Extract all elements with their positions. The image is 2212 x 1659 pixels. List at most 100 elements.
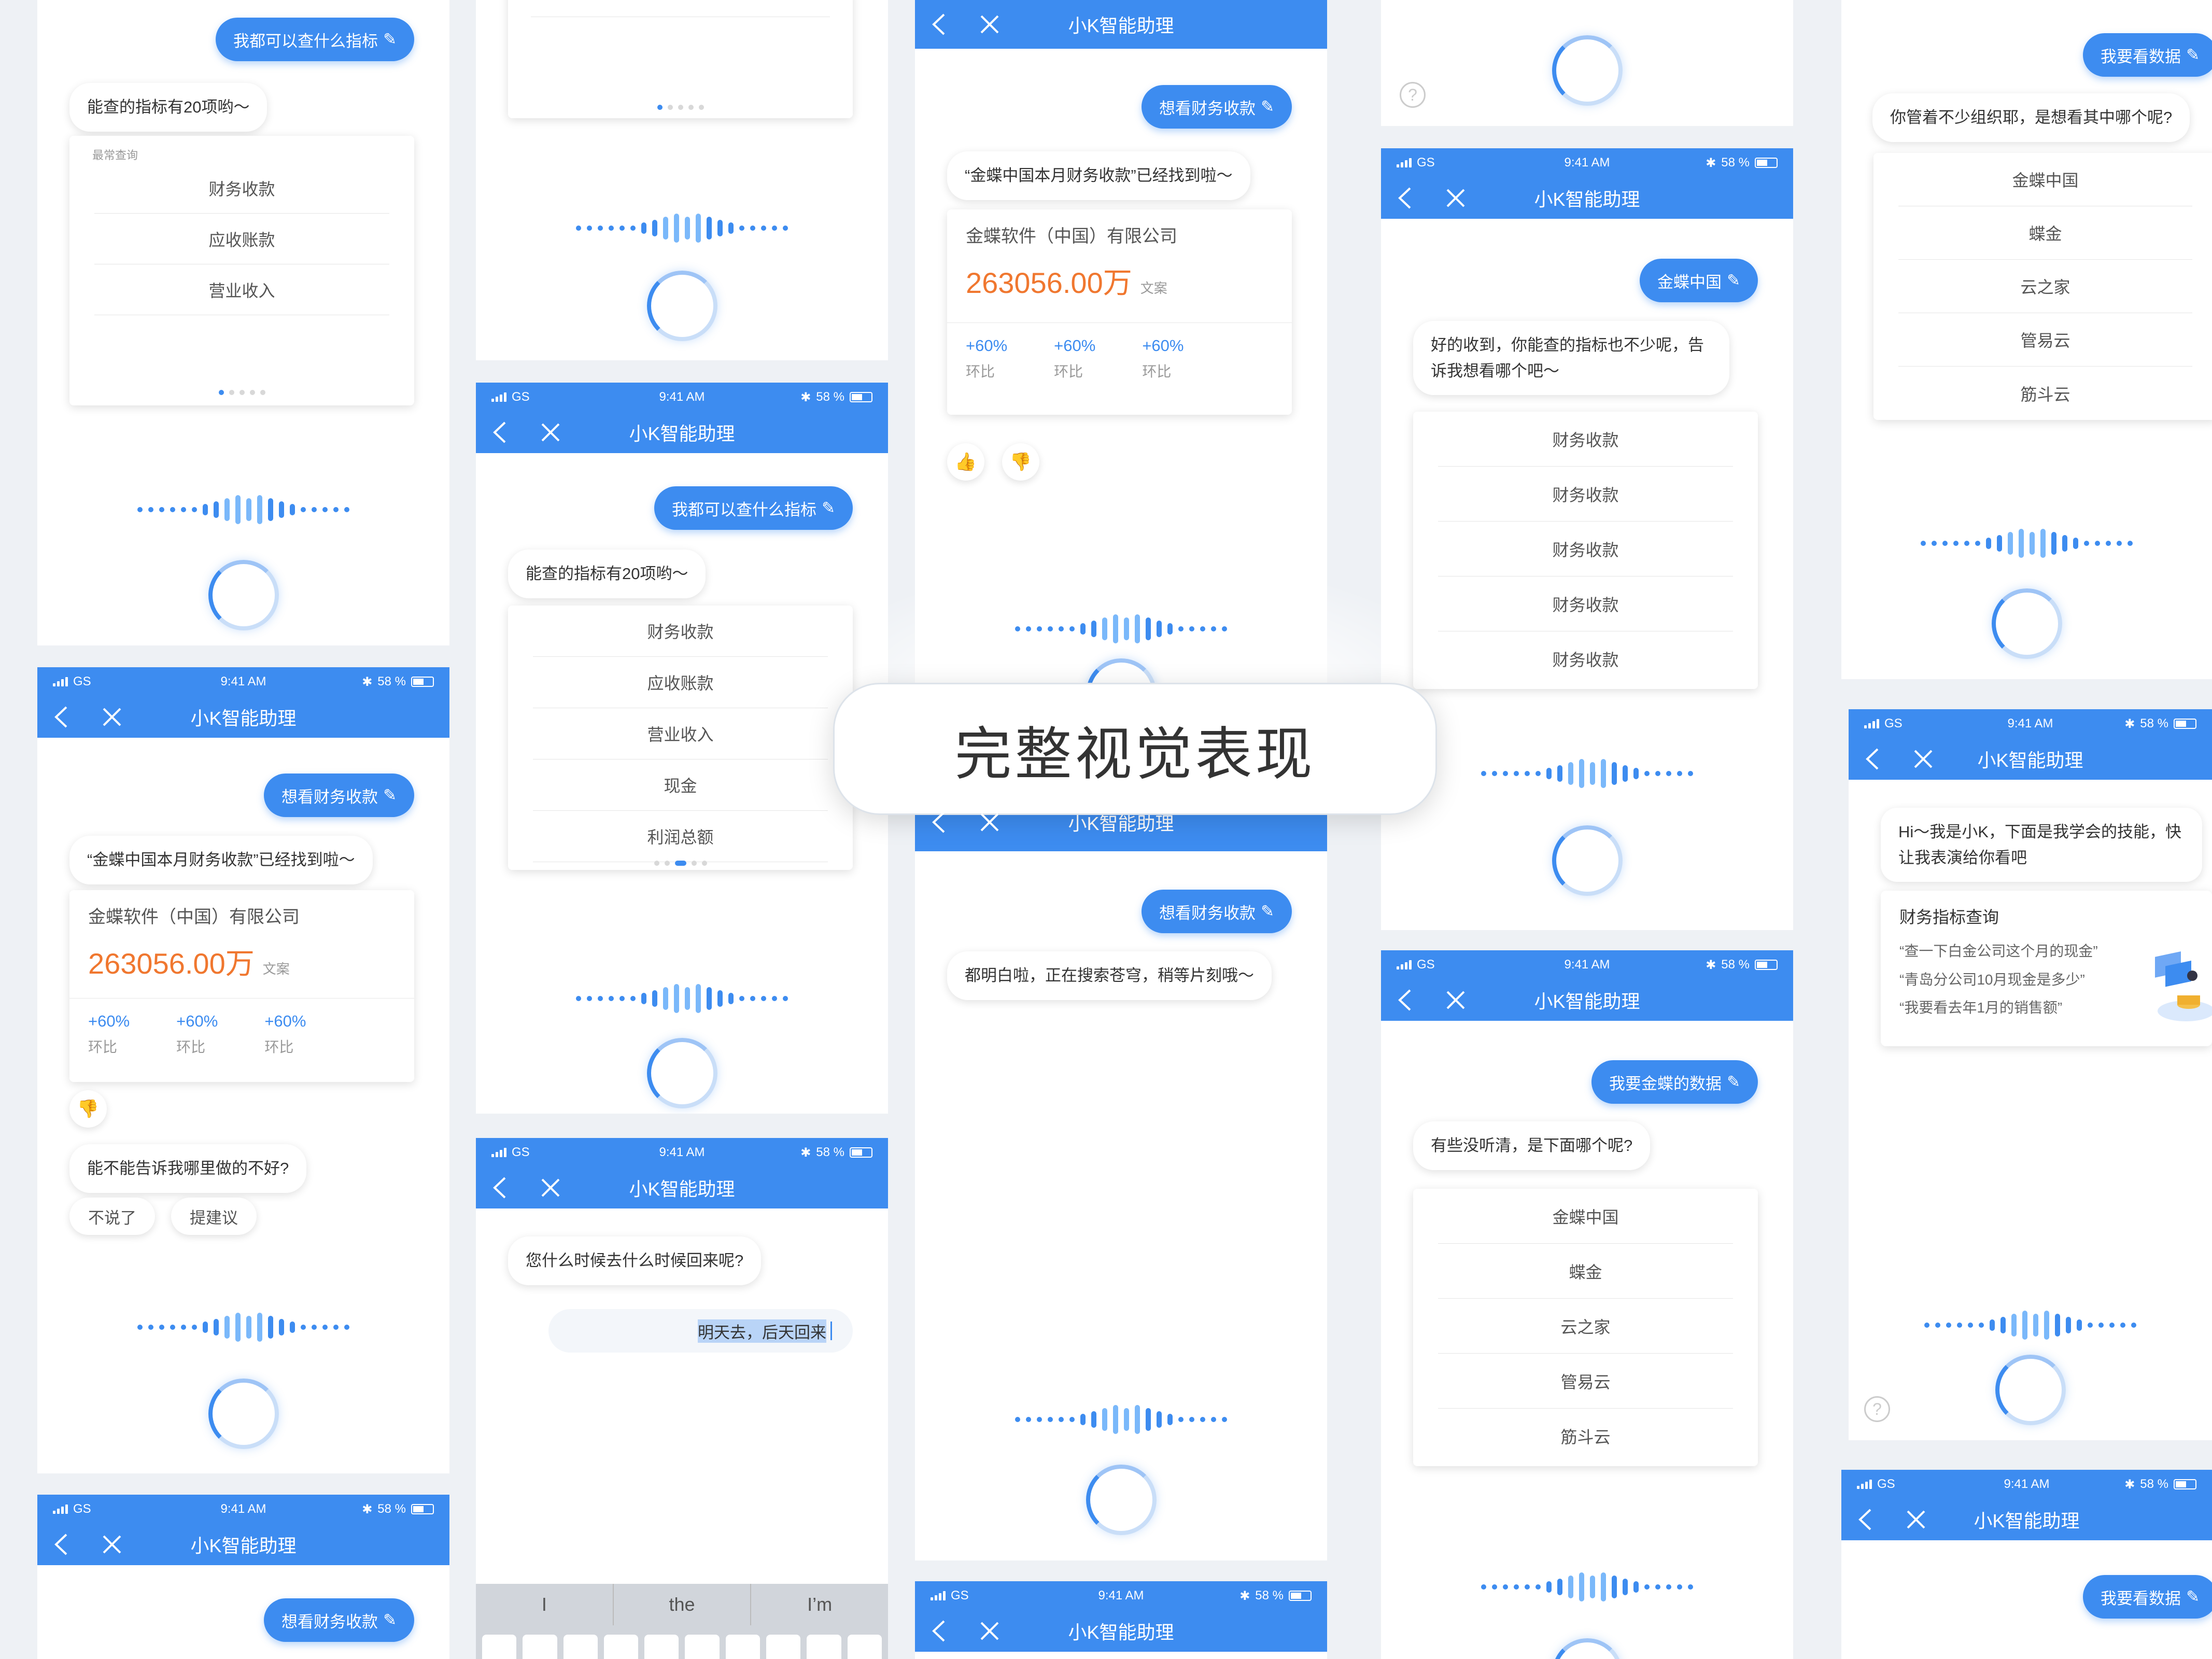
org-option[interactable]: 云之家 (1898, 260, 2192, 313)
close-icon[interactable] (979, 1621, 1000, 1641)
close-icon[interactable] (1445, 188, 1466, 208)
screen-finance-bottom: GS 9:41 AM ✱ 58 % 小K智能助理 想看财务收款 ✎ (37, 1495, 449, 1659)
back-icon[interactable] (53, 1533, 71, 1556)
key[interactable] (766, 1635, 801, 1659)
close-icon[interactable] (1906, 1509, 1926, 1530)
bluetooth-icon: ✱ (800, 1145, 811, 1160)
stat: +60% 环比 (966, 336, 1008, 379)
close-icon[interactable] (1445, 990, 1466, 1010)
back-icon[interactable] (931, 1619, 948, 1643)
user-query-bubble[interactable]: 想看财务收款 ✎ (1142, 890, 1292, 933)
thumbs-down-icon[interactable]: 👎 (69, 1090, 107, 1128)
close-icon[interactable] (102, 707, 122, 727)
close-icon[interactable] (102, 1534, 122, 1555)
back-icon[interactable] (491, 1176, 509, 1200)
key[interactable] (725, 1635, 760, 1659)
key[interactable] (523, 1635, 557, 1659)
stat: +60% 环比 (1054, 336, 1096, 379)
key[interactable] (685, 1635, 720, 1659)
choice-option[interactable]: 财务收款 (1438, 522, 1733, 577)
key[interactable] (482, 1635, 517, 1659)
loading-ring (1086, 1465, 1157, 1535)
key[interactable] (644, 1635, 679, 1659)
user-query-bubble[interactable]: 我要看数据 ✎ (2083, 33, 2212, 77)
indicator-option[interactable]: 财务收款 (533, 606, 828, 657)
back-icon[interactable] (1864, 747, 1882, 771)
wave-bar (587, 996, 592, 1001)
user-query-bubble[interactable]: 想看财务收款 ✎ (1142, 85, 1292, 129)
user-query-bubble[interactable]: 金蝶中国 ✎ (1640, 259, 1758, 302)
suggestion[interactable]: I’m (751, 1584, 888, 1625)
choice-option[interactable]: 财务收款 (1438, 577, 1733, 631)
status-bar: GS 9:41 AM ✱ 58 % (915, 1581, 1327, 1610)
back-icon[interactable] (491, 420, 509, 444)
voice-wave (1381, 759, 1793, 788)
nav-bar: 小K智能助理 (37, 1524, 449, 1565)
org-option[interactable]: 金蝶中国 (1898, 153, 2192, 206)
user-query-bubble[interactable]: 我要金蝶的数据 ✎ (1591, 1060, 1758, 1104)
user-query-bubble[interactable]: 我都可以查什么指标 ✎ (654, 486, 853, 530)
choice-option[interactable]: 财务收款 (1438, 412, 1733, 467)
org-option[interactable]: 云之家 (1438, 1299, 1733, 1354)
key[interactable] (603, 1635, 639, 1659)
back-icon[interactable] (1857, 1508, 1875, 1531)
page-title: 小K智能助理 (629, 1178, 735, 1200)
key[interactable] (847, 1635, 882, 1659)
choice-option[interactable]: 财务收款 (1438, 467, 1733, 522)
org-option[interactable]: 管易云 (1898, 313, 2192, 367)
back-icon[interactable] (931, 12, 948, 36)
indicator-option[interactable]: 利润总额 (533, 811, 828, 862)
org-option[interactable]: 蝶金 (1898, 206, 2192, 260)
back-icon[interactable] (1397, 186, 1414, 210)
message-input[interactable]: 明天去，后天回来 (548, 1309, 853, 1353)
wave-bar (609, 226, 614, 231)
user-query-bubble[interactable]: 想看财务收款 ✎ (264, 774, 414, 817)
choice-option[interactable]: 财务收款 (1438, 631, 1733, 686)
user-query-bubble[interactable]: 想看财务收款 ✎ (264, 1598, 414, 1642)
indicator-option[interactable]: 营业收入 (94, 264, 389, 315)
indicator-option[interactable]: 应收账款 (94, 214, 389, 264)
user-query-bubble[interactable]: 我都可以查什么指标 ✎ (216, 18, 414, 61)
question-icon[interactable]: ? (1864, 1396, 1890, 1422)
bot-reply-bubble: 都明白啦，正在搜索苍穹，稍等片刻哦～ (947, 951, 1272, 1000)
skip-button[interactable]: 不说了 (69, 1198, 155, 1235)
user-query-bubble[interactable]: 我要看数据 ✎ (2083, 1575, 2212, 1619)
indicator-option[interactable]: 营业收入 (533, 708, 828, 760)
pencil-icon: ✎ (2186, 1587, 2200, 1606)
indicator-option[interactable]: 应收账款 (533, 657, 828, 708)
signal-icon (491, 392, 506, 402)
key[interactable] (563, 1635, 598, 1659)
back-icon[interactable] (53, 705, 71, 729)
org-option[interactable]: 筋斗云 (1438, 1409, 1733, 1464)
screen-feedback: GS 9:41 AM ✱ 58 % 小K智能助理 想看财务收款 ✎ “金蝶中国本月财务收… (37, 667, 449, 1473)
close-icon[interactable] (540, 422, 561, 443)
back-icon[interactable] (931, 810, 948, 834)
wave-bar (279, 501, 284, 518)
org-option[interactable]: 筋斗云 (1898, 367, 2192, 420)
wave-bar (1535, 1584, 1541, 1590)
thumbs-up-icon[interactable]: 👍 (947, 443, 984, 481)
wave-bar (312, 507, 317, 512)
indicator-option[interactable]: 现金 (533, 760, 828, 811)
back-icon[interactable] (1397, 988, 1414, 1012)
org-option[interactable]: 金蝶中国 (1438, 1189, 1733, 1244)
org-option[interactable]: 蝶金 (1438, 1244, 1733, 1299)
amount: 263056.00万 文案 (88, 947, 290, 980)
key[interactable] (807, 1635, 841, 1659)
close-icon[interactable] (1913, 749, 1934, 769)
thumbs-down-icon[interactable]: 👎 (1002, 443, 1039, 481)
indicator-option[interactable]: 财务收款 (94, 163, 389, 214)
wave-bar (761, 996, 766, 1001)
close-icon[interactable] (979, 14, 1000, 35)
suggestion[interactable]: I (476, 1584, 614, 1625)
suggest-button[interactable]: 提建议 (171, 1198, 257, 1235)
suggestion[interactable]: the (614, 1584, 752, 1625)
wave-bar (1015, 626, 1020, 631)
close-icon[interactable] (540, 1177, 561, 1198)
org-option[interactable]: 管易云 (1438, 1354, 1733, 1409)
skill-card[interactable]: 财务指标查询 “查一下白金公司这个月的现金” “青岛分公司10月现金是多少” “… (1881, 891, 2212, 1046)
close-icon[interactable] (979, 812, 1000, 833)
wave-bar (224, 498, 230, 521)
page-title: 小K智能助理 (1068, 1622, 1174, 1643)
question-icon[interactable]: ? (1400, 82, 1426, 108)
